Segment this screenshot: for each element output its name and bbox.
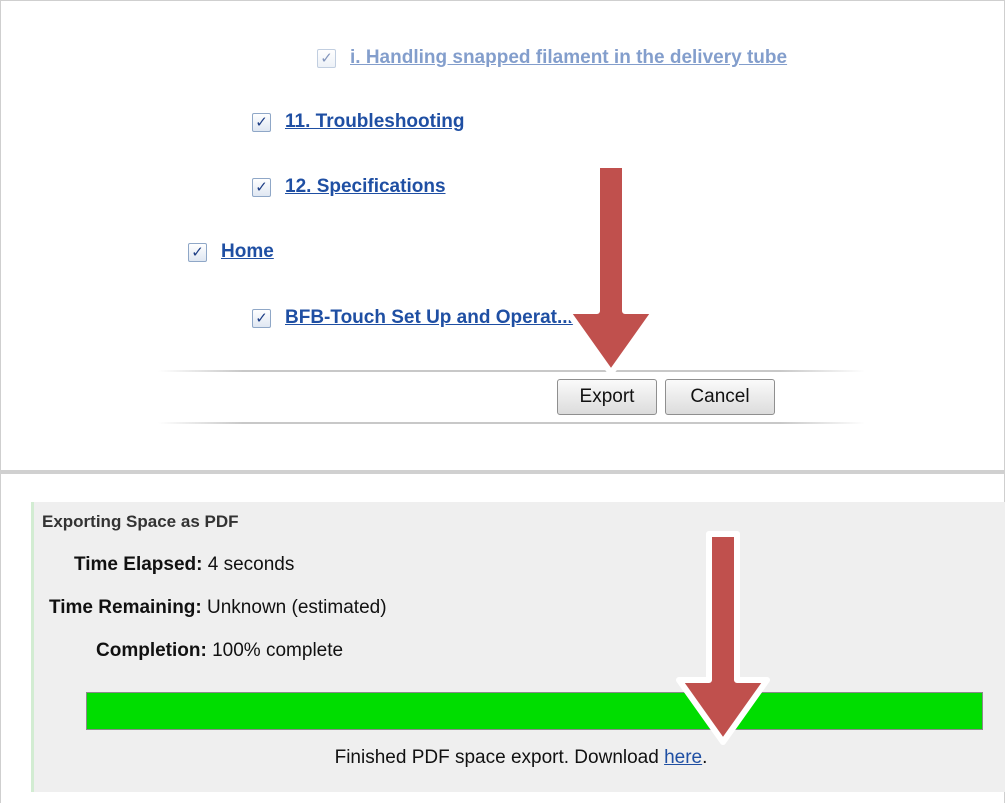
tree-link[interactable]: 12. Specifications (285, 176, 446, 198)
export-progress-box: Exporting Space as PDF Time Elapsed: 4 s… (31, 502, 1005, 792)
checkbox[interactable]: ✓ (252, 112, 271, 132)
time-elapsed-value: 4 seconds (207, 554, 295, 575)
down-arrow-icon (564, 162, 658, 376)
finished-prefix: Finished PDF space export. Download (334, 747, 665, 768)
divider (158, 422, 865, 424)
checkbox[interactable]: ✓ (252, 308, 271, 328)
progress-bar-fill (87, 693, 982, 729)
progress-bar (86, 692, 983, 730)
completion: Completion: 100% complete (96, 640, 343, 662)
export-title: Exporting Space as PDF (42, 512, 239, 531)
tree-item: ✓ Home (188, 239, 274, 265)
time-elapsed-label: Time Elapsed: (74, 554, 203, 575)
time-remaining: Time Remaining: Unknown (estimated) (49, 597, 387, 619)
tree-link[interactable]: 11. Troubleshooting (285, 111, 464, 133)
finished-message: Finished PDF space export. Download here… (34, 747, 1005, 769)
time-remaining-label: Time Remaining: (49, 597, 202, 618)
completion-label: Completion: (96, 640, 207, 661)
completion-value: 100% complete (212, 640, 344, 661)
checkbox[interactable]: ✓ (252, 177, 271, 197)
export-selection-panel: ✓ i. Handling snapped filament in the de… (0, 0, 1005, 470)
tree-link[interactable]: Home (221, 241, 274, 263)
tree-item: ✓ i. Handling snapped filament in the de… (317, 45, 787, 71)
cancel-button[interactable]: Cancel (665, 379, 775, 415)
tree-link[interactable]: i. Handling snapped filament in the deli… (350, 47, 787, 69)
time-remaining-value: Unknown (estimated) (207, 597, 387, 618)
finished-suffix: . (702, 747, 708, 768)
divider (158, 370, 865, 372)
tree-item: ✓ 12. Specifications (252, 174, 446, 200)
down-arrow-icon (676, 531, 770, 745)
download-here-link[interactable]: here (664, 747, 702, 768)
checkbox[interactable]: ✓ (188, 242, 207, 262)
checkbox[interactable]: ✓ (317, 48, 336, 68)
tree-item: ✓ 11. Troubleshooting (252, 109, 464, 135)
time-elapsed: Time Elapsed: 4 seconds (74, 554, 294, 576)
export-button[interactable]: Export (557, 379, 657, 415)
